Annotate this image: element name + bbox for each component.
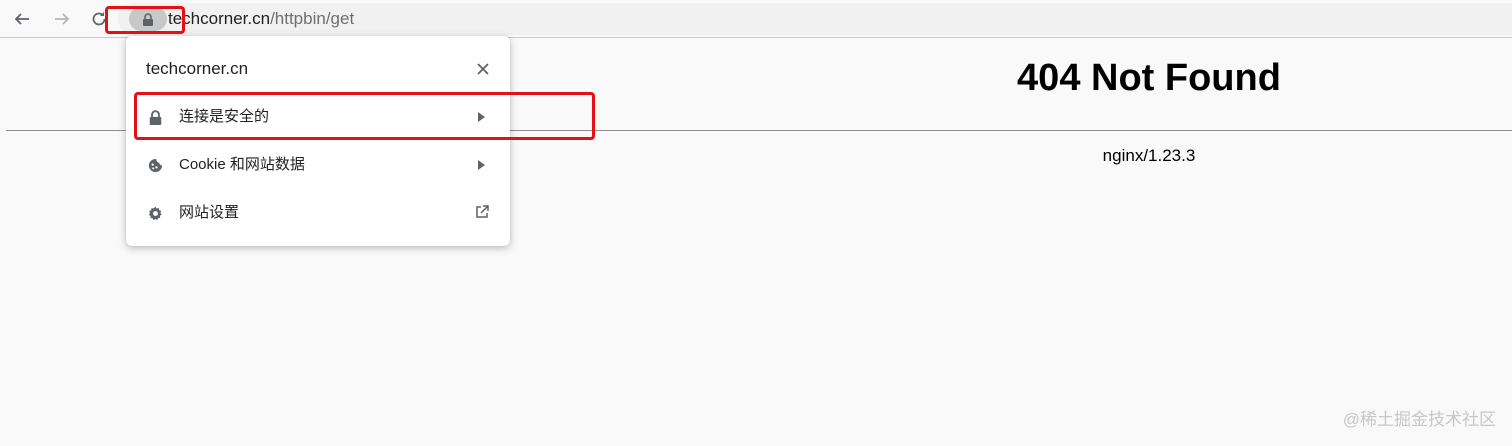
close-icon bbox=[477, 63, 489, 75]
popup-item-cookies[interactable]: Cookie 和网站数据 bbox=[126, 141, 510, 189]
browser-toolbar: techcorner.cn/httpbin/get bbox=[0, 0, 1512, 38]
url-path: /httpbin/get bbox=[270, 9, 355, 28]
external-link-icon bbox=[476, 205, 489, 218]
popup-item-label: 网站设置 bbox=[179, 204, 240, 221]
arrow-left-icon bbox=[14, 13, 29, 25]
back-button[interactable] bbox=[9, 6, 35, 32]
popup-item-label: Cookie 和网站数据 bbox=[179, 156, 305, 173]
close-button[interactable] bbox=[474, 60, 492, 78]
highlight-box-lock bbox=[105, 6, 185, 34]
arrow-right-icon bbox=[55, 13, 70, 25]
watermark: @稀土掘金技术社区 bbox=[1342, 410, 1496, 429]
popup-title: techcorner.cn bbox=[146, 59, 249, 78]
popup-item-site-settings[interactable]: 网站设置 bbox=[126, 189, 510, 237]
cookie-icon bbox=[146, 156, 164, 174]
highlight-box-connection bbox=[134, 92, 595, 140]
site-info-popup: techcorner.cn 连接是安全的 Cookie 和网站数据 网站设置 bbox=[126, 36, 510, 246]
url-text[interactable]: techcorner.cn/httpbin/get bbox=[168, 9, 354, 29]
forward-button[interactable] bbox=[49, 6, 75, 32]
gear-icon bbox=[146, 204, 164, 222]
triangle-right-icon bbox=[478, 160, 485, 170]
